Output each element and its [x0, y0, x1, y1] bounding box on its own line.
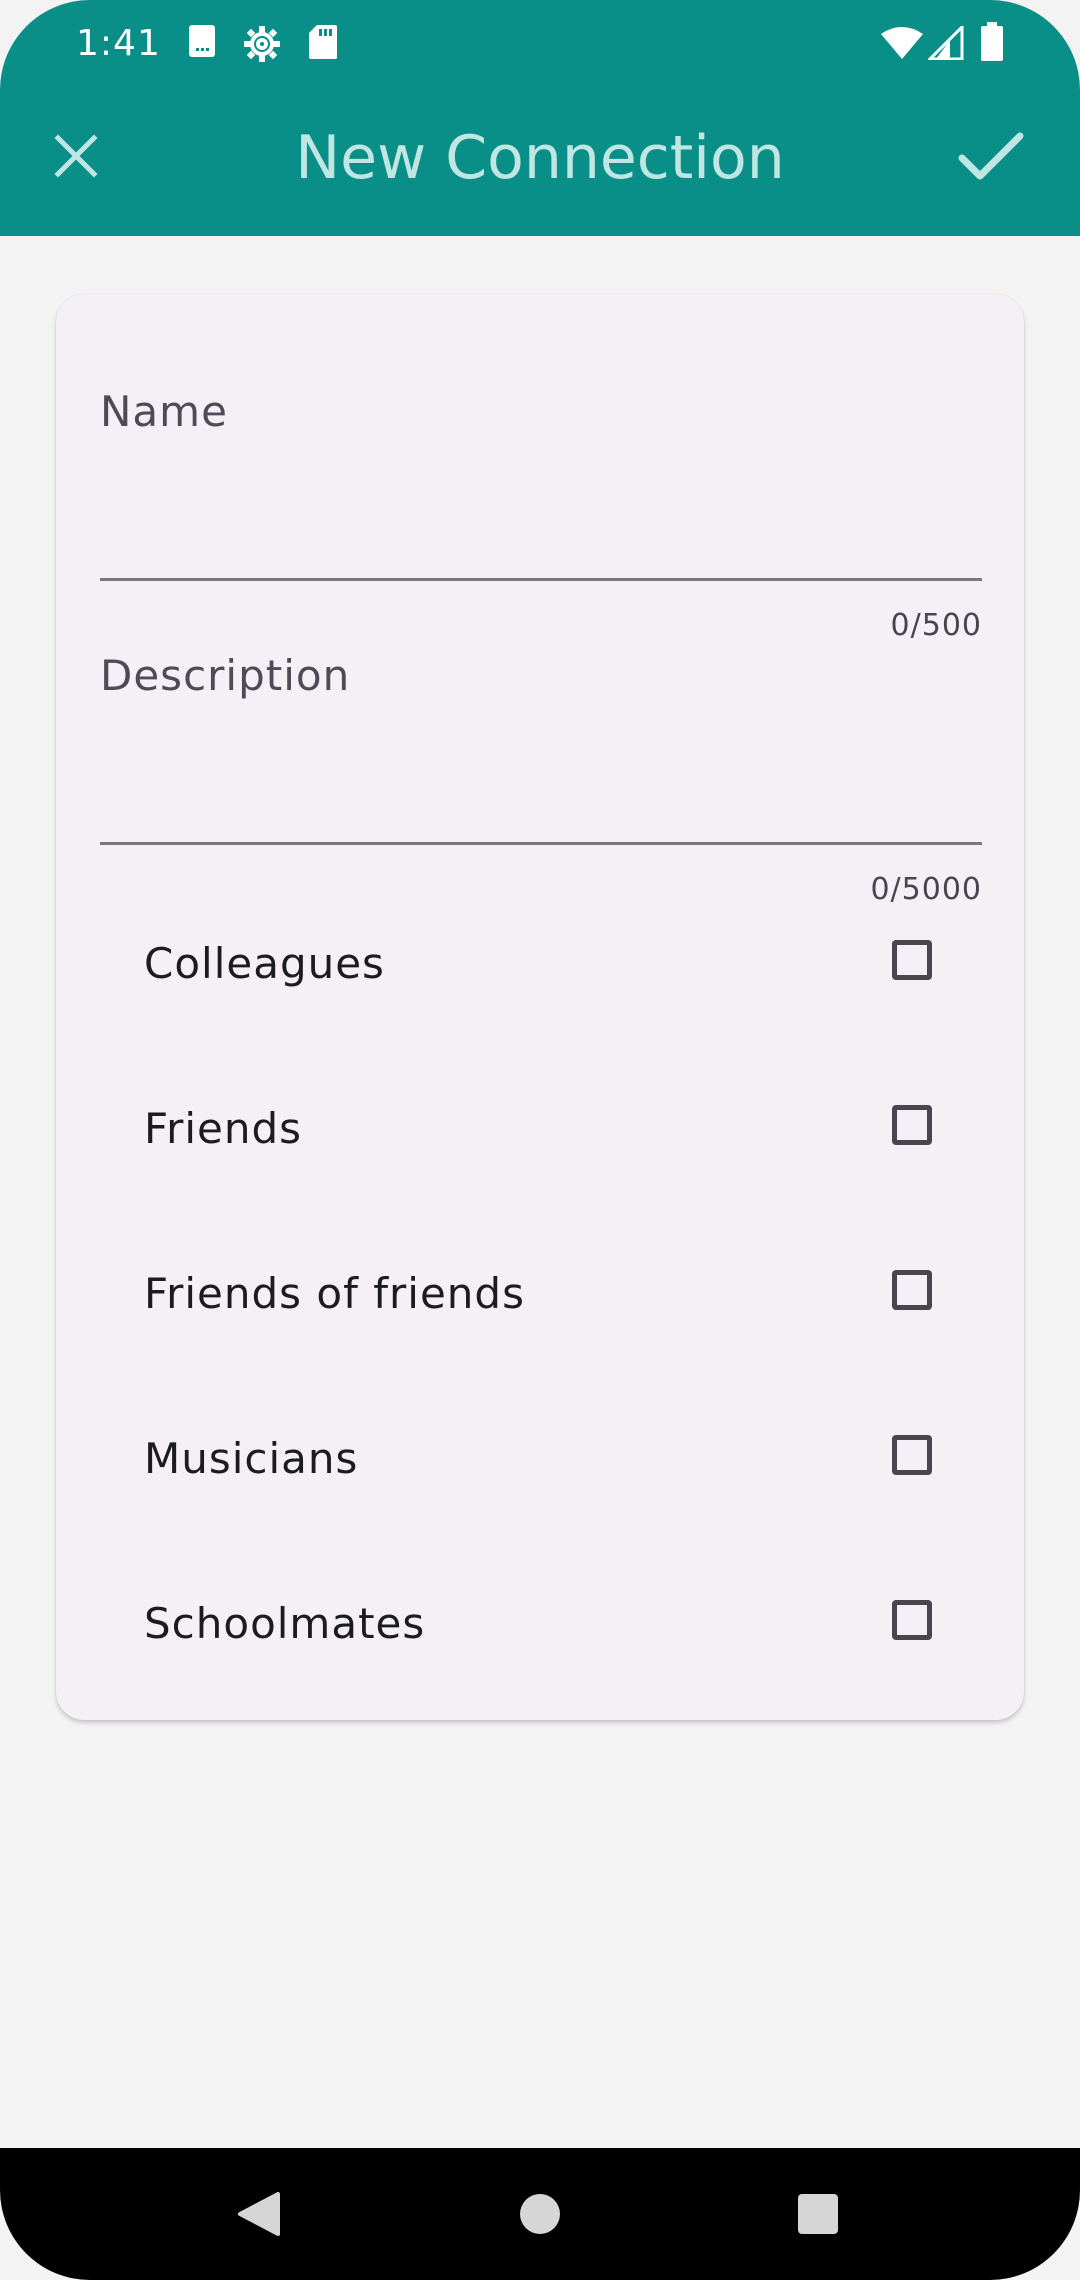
app-bar: New Connection: [0, 90, 1080, 236]
recents-icon[interactable]: [788, 2184, 848, 2244]
name-input[interactable]: Name: [100, 384, 228, 440]
status-time: 1:41: [76, 23, 161, 64]
group-row-musicians[interactable]: Musicians: [144, 1401, 970, 1521]
connection-form-card: Name 0/500 Description 0/5000 Colleagues…: [56, 294, 1024, 1720]
name-underline: [100, 578, 982, 581]
friends-checkbox[interactable]: [892, 1105, 932, 1145]
colleagues-checkbox[interactable]: [892, 940, 932, 980]
group-row-schoolmates[interactable]: Schoolmates: [144, 1566, 970, 1686]
page-title: New Connection: [295, 123, 785, 193]
name-counter: 0/500: [890, 608, 982, 643]
group-row-friends-of-friends[interactable]: Friends of friends: [144, 1236, 970, 1356]
description-underline: [100, 842, 982, 845]
back-icon[interactable]: [230, 2184, 290, 2244]
schoolmates-checkbox[interactable]: [892, 1600, 932, 1640]
group-label: Musicians: [144, 1434, 359, 1483]
top-bar: 1:41 New Connection: [0, 0, 1080, 236]
sim-card-icon: [188, 24, 216, 62]
settings-icon: [242, 24, 282, 68]
battery-icon: [980, 22, 1004, 66]
sd-card-icon: [308, 24, 338, 64]
musicians-checkbox[interactable]: [892, 1435, 932, 1475]
group-row-colleagues[interactable]: Colleagues: [144, 906, 970, 1026]
check-icon[interactable]: [956, 124, 1026, 188]
name-field[interactable]: Name 0/500: [100, 384, 982, 643]
screen: 1:41 New Connection Name 0/500 Descripti…: [0, 0, 1080, 2280]
group-row-friends[interactable]: Friends: [144, 1071, 970, 1191]
signal-icon: [926, 23, 964, 64]
wifi-icon: [880, 26, 924, 64]
group-label: Schoolmates: [144, 1599, 426, 1648]
description-field[interactable]: Description 0/5000: [100, 648, 982, 907]
group-label: Colleagues: [144, 939, 385, 988]
group-label: Friends of friends: [144, 1269, 525, 1318]
status-bar: 1:41: [0, 0, 1080, 90]
description-input[interactable]: Description: [100, 648, 350, 704]
friends-of-friends-checkbox[interactable]: [892, 1270, 932, 1310]
group-label: Friends: [144, 1104, 303, 1153]
navigation-bar: [0, 2148, 1080, 2280]
description-counter: 0/5000: [870, 872, 982, 907]
home-icon[interactable]: [510, 2184, 570, 2244]
